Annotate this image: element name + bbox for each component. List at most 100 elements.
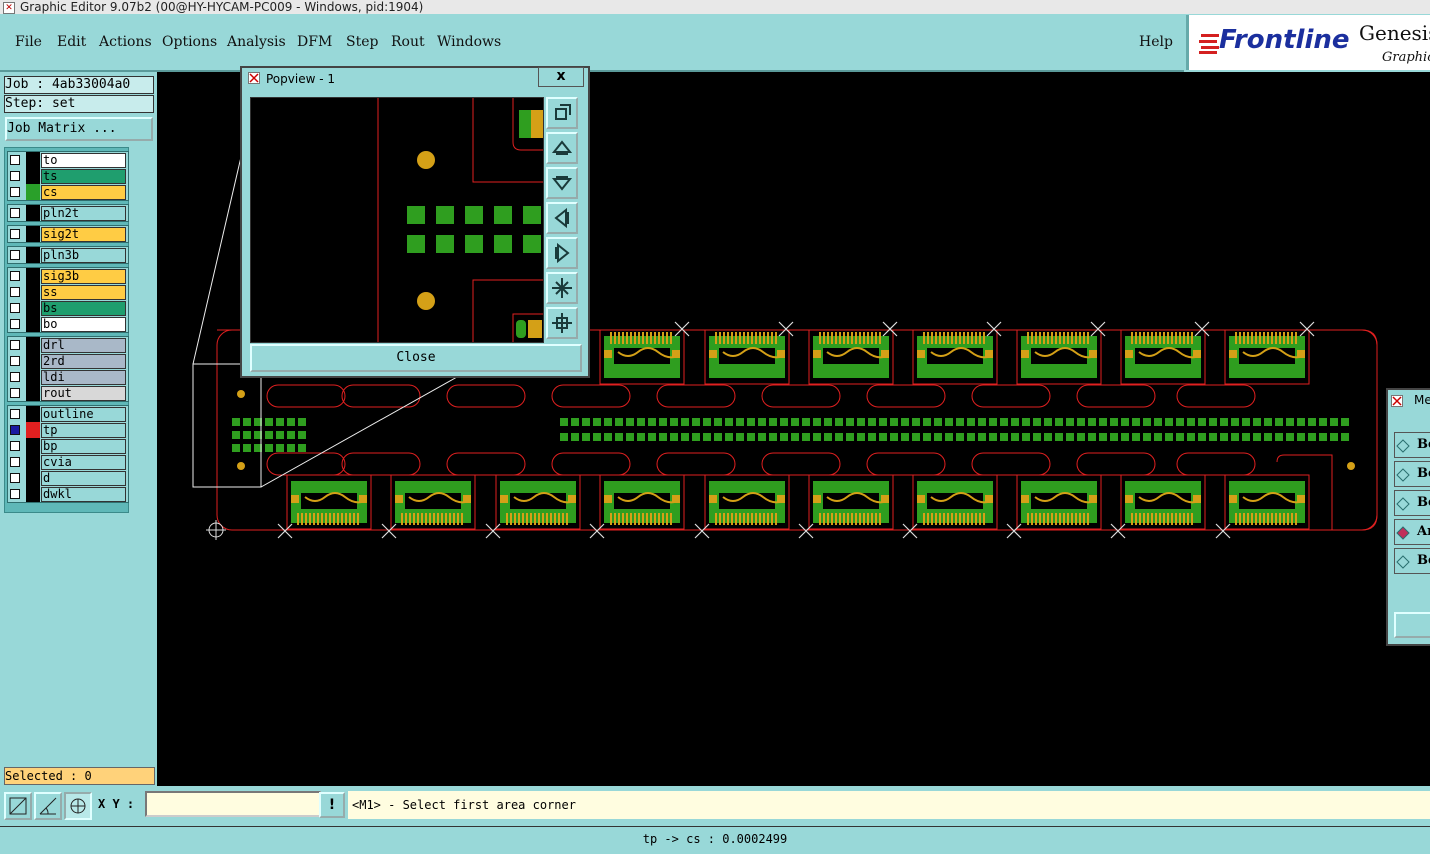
layer-checkbox[interactable] — [10, 187, 20, 197]
layer-color-swatch[interactable] — [26, 152, 40, 168]
popview-close-button[interactable]: Close — [250, 344, 582, 372]
layer-row-cs[interactable]: cs — [6, 184, 126, 200]
layer-checkbox[interactable] — [10, 457, 20, 467]
popview-viewport[interactable] — [250, 97, 544, 343]
popview-pan-up-icon[interactable] — [546, 132, 578, 164]
layer-name[interactable]: sig2t — [41, 227, 126, 242]
xy-coordinate-input[interactable] — [145, 791, 321, 817]
layer-color-swatch[interactable] — [26, 226, 40, 242]
layer-name[interactable]: rout — [41, 386, 126, 401]
layer-name[interactable]: outline — [41, 407, 126, 422]
layer-checkbox[interactable] — [10, 388, 20, 398]
layer-row-tp[interactable]: tp — [6, 422, 126, 438]
layer-row-cvia[interactable]: cvia — [6, 454, 126, 470]
menu-actions[interactable]: Actions — [99, 34, 152, 50]
layer-name[interactable]: dwkl — [41, 487, 126, 502]
layer-color-swatch[interactable] — [26, 168, 40, 184]
layer-name[interactable]: bs — [41, 301, 126, 316]
layer-checkbox[interactable] — [10, 250, 20, 260]
layer-name[interactable]: drl — [41, 338, 126, 353]
layer-row-to[interactable]: to — [6, 152, 126, 168]
layer-name[interactable]: sig3b — [41, 269, 126, 284]
layer-row-ss[interactable]: ss — [6, 284, 126, 300]
layer-color-swatch[interactable] — [26, 247, 40, 263]
layer-row-bp[interactable]: bp — [6, 438, 126, 454]
layer-checkbox[interactable] — [10, 425, 20, 435]
layer-name[interactable]: ldi — [41, 370, 126, 385]
layer-name[interactable]: ss — [41, 285, 126, 300]
layer-row-rout[interactable]: rout — [6, 385, 126, 401]
layer-row-outline[interactable]: outline — [6, 406, 126, 422]
layer-row-2rd[interactable]: 2rd — [6, 353, 126, 369]
layer-color-swatch[interactable] — [26, 268, 40, 284]
popview-close-x-button[interactable]: x — [538, 67, 584, 87]
layer-row-bs[interactable]: bs — [6, 300, 126, 316]
layer-name[interactable]: bo — [41, 317, 126, 332]
menu-help[interactable]: Help — [1139, 34, 1173, 50]
layer-checkbox[interactable] — [10, 155, 20, 165]
layer-row-bo[interactable]: bo — [6, 316, 126, 332]
menu-options[interactable]: Options — [162, 34, 217, 50]
layer-name[interactable]: pln3b — [41, 248, 126, 263]
layer-color-swatch[interactable] — [26, 422, 40, 438]
layer-name[interactable]: cs — [41, 185, 126, 200]
measure-tool-icon[interactable] — [4, 792, 32, 820]
layer-checkbox[interactable] — [10, 229, 20, 239]
layer-row-drl[interactable]: drl — [6, 337, 126, 353]
layer-color-swatch[interactable] — [26, 454, 40, 470]
layer-row-ts[interactable]: ts — [6, 168, 126, 184]
layer-checkbox[interactable] — [10, 287, 20, 297]
layer-checkbox[interactable] — [10, 441, 20, 451]
layer-name[interactable]: to — [41, 153, 126, 168]
layer-color-swatch[interactable] — [26, 337, 40, 353]
layer-color-swatch[interactable] — [26, 353, 40, 369]
layer-color-swatch[interactable] — [26, 470, 40, 486]
layer-name[interactable]: bp — [41, 439, 126, 454]
grid-snap-icon[interactable] — [64, 792, 92, 820]
job-matrix-button[interactable]: Job Matrix ... — [5, 117, 153, 141]
layer-checkbox[interactable] — [10, 372, 20, 382]
layer-row-pln3b[interactable]: pln3b — [6, 247, 126, 263]
layer-checkbox[interactable] — [10, 208, 20, 218]
layer-checkbox[interactable] — [10, 489, 20, 499]
layer-row-d[interactable]: d — [6, 470, 126, 486]
layer-name[interactable]: 2rd — [41, 354, 126, 369]
layer-color-swatch[interactable] — [26, 369, 40, 385]
menu-dfm[interactable]: DFM — [297, 34, 332, 50]
menu-step[interactable]: Step — [346, 34, 378, 50]
menu-windows[interactable]: Windows — [437, 34, 501, 50]
layer-row-pln2t[interactable]: pln2t — [6, 205, 126, 221]
layer-checkbox[interactable] — [10, 303, 20, 313]
layer-name[interactable]: ts — [41, 169, 126, 184]
popview-copy-icon[interactable] — [546, 97, 578, 129]
layer-row-sig2t[interactable]: sig2t — [6, 226, 126, 242]
warning-button[interactable]: ! — [319, 792, 345, 818]
layer-color-swatch[interactable] — [26, 300, 40, 316]
menu-file[interactable]: File — [15, 34, 42, 50]
layer-checkbox[interactable] — [10, 473, 20, 483]
popview-zoom-in-icon[interactable] — [546, 272, 578, 304]
layer-row-ldi[interactable]: ldi — [6, 369, 126, 385]
angle-tool-icon[interactable] — [34, 792, 62, 820]
layer-color-swatch[interactable] — [26, 486, 40, 502]
layer-row-dwkl[interactable]: dwkl — [6, 486, 126, 502]
layer-name[interactable]: d — [41, 471, 126, 486]
layer-row-sig3b[interactable]: sig3b — [6, 268, 126, 284]
layer-checkbox[interactable] — [10, 171, 20, 181]
menu-analysis[interactable]: Analysis — [227, 34, 286, 50]
layer-checkbox[interactable] — [10, 319, 20, 329]
menu-edit[interactable]: Edit — [57, 34, 86, 50]
layer-checkbox[interactable] — [10, 271, 20, 281]
popview-pan-right-icon[interactable] — [546, 237, 578, 269]
right-panel-action-button[interactable] — [1394, 612, 1430, 638]
layer-color-swatch[interactable] — [26, 438, 40, 454]
layer-name[interactable]: tp — [41, 423, 126, 438]
popview-pan-down-icon[interactable] — [546, 167, 578, 199]
layer-color-swatch[interactable] — [26, 316, 40, 332]
layer-color-swatch[interactable] — [26, 205, 40, 221]
layer-color-swatch[interactable] — [26, 385, 40, 401]
layer-name[interactable]: pln2t — [41, 206, 126, 221]
popview-zoom-out-icon[interactable] — [546, 307, 578, 339]
layer-color-swatch[interactable] — [26, 284, 40, 300]
layer-color-swatch[interactable] — [26, 184, 40, 200]
